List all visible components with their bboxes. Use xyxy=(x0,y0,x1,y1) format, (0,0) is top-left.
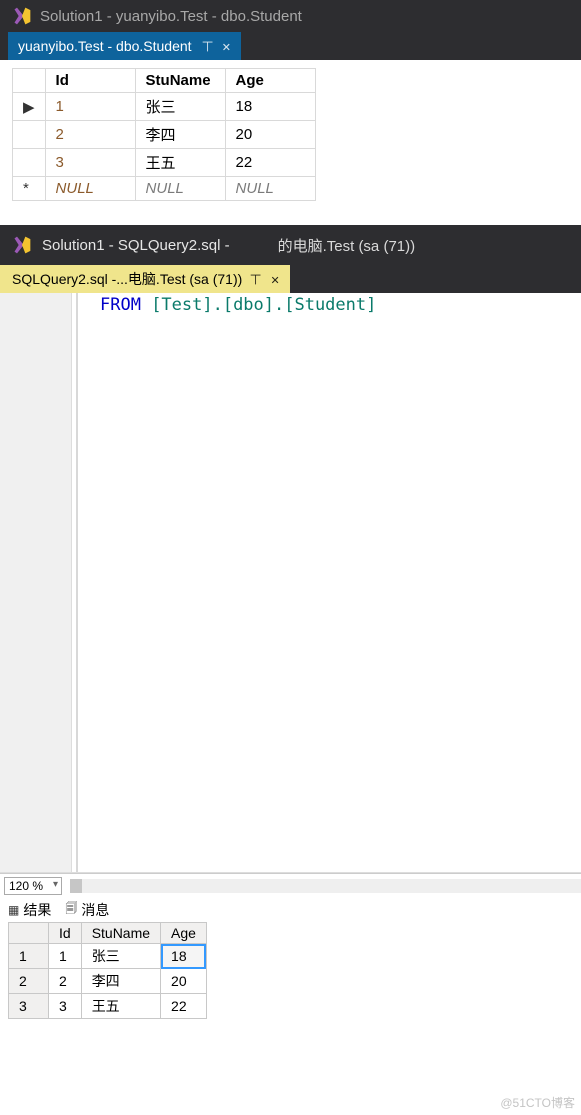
window-title-2: Solution1 - SQLQuery2.sql - xyxy=(42,237,230,254)
col-age[interactable]: Age xyxy=(225,69,315,93)
horizontal-scrollbar[interactable] xyxy=(70,879,581,893)
cell-id[interactable]: 2 xyxy=(45,121,135,149)
vs-title-bar-2: Solution1 - SQLQuery2.sql - 的电脑.Test (sa… xyxy=(0,225,581,265)
editor-outline-rule xyxy=(76,293,78,872)
cell-stuname[interactable]: 张三 xyxy=(81,944,160,969)
cell-id[interactable]: 1 xyxy=(49,944,82,969)
results-corner xyxy=(9,923,49,944)
document-tab-strip-2: SQLQuery2.sql -...电脑.Test (sa (71)) xyxy=(0,265,581,293)
row-marker[interactable] xyxy=(13,149,46,177)
table-row[interactable]: ▶1张三18 xyxy=(13,93,316,121)
cell-stuname[interactable]: 张三 xyxy=(135,93,225,121)
row-number[interactable]: 3 xyxy=(9,994,49,1019)
cell-stuname[interactable]: NULL xyxy=(135,177,225,201)
table-row[interactable]: 33王五22 xyxy=(9,994,207,1019)
tab-dbo-student[interactable]: yuanyibo.Test - dbo.Student xyxy=(8,32,241,60)
row-number[interactable]: 1 xyxy=(9,944,49,969)
results-panel-tabs: ▦ 结果 🗐 消息 xyxy=(0,897,581,922)
row-marker[interactable]: * xyxy=(13,177,46,201)
document-tab-strip-1: yuanyibo.Test - dbo.Student xyxy=(0,32,581,60)
table-row[interactable]: 2李四20 xyxy=(13,121,316,149)
tab-sqlquery2[interactable]: SQLQuery2.sql -...电脑.Test (sa (71)) xyxy=(0,265,290,293)
cell-id[interactable]: 2 xyxy=(49,969,82,994)
tab-label: SQLQuery2.sql -...电脑.Test (sa (71)) xyxy=(12,269,242,289)
cell-age[interactable]: 18 xyxy=(225,93,315,121)
cell-age[interactable]: NULL xyxy=(225,177,315,201)
close-icon[interactable] xyxy=(271,271,280,287)
tab-results[interactable]: ▦ 结果 xyxy=(8,900,51,920)
table-row[interactable]: 11张三18 xyxy=(9,944,207,969)
cell-age[interactable]: 18 xyxy=(161,944,207,969)
vs-title-bar-1: Solution1 - yuanyibo.Test - dbo.Student xyxy=(0,0,581,32)
col-id[interactable]: Id xyxy=(45,69,135,93)
table-row[interactable]: 22李四20 xyxy=(9,969,207,994)
table-row[interactable]: 3王五22 xyxy=(13,149,316,177)
cell-age[interactable]: 20 xyxy=(225,121,315,149)
scrollbar-thumb[interactable] xyxy=(70,879,82,893)
window-title-1: Solution1 - yuanyibo.Test - dbo.Student xyxy=(40,8,302,25)
cell-id[interactable]: NULL xyxy=(45,177,135,201)
watermark: @51CTO博客 xyxy=(500,1094,575,1111)
cell-stuname[interactable]: 李四 xyxy=(81,969,160,994)
pin-icon[interactable] xyxy=(202,38,214,55)
connection-label: 的电脑.Test (sa (71)) xyxy=(278,235,416,256)
cell-age[interactable]: 22 xyxy=(225,149,315,177)
tab-actions xyxy=(202,38,231,55)
table-data-grid[interactable]: Id StuName Age ▶1张三182李四203王五22*NULLNULL… xyxy=(12,68,316,201)
zoom-combo[interactable]: 120 % xyxy=(4,877,62,895)
tab-messages[interactable]: 🗐 消息 xyxy=(65,899,109,920)
cell-id[interactable]: 1 xyxy=(45,93,135,121)
editor-text[interactable]: FROM [Test].[dbo].[Student] xyxy=(100,293,376,317)
editor-gutter xyxy=(0,293,72,872)
messages-icon: 🗐 xyxy=(65,899,77,920)
sql-editor[interactable]: FROM [Test].[dbo].[Student] xyxy=(0,293,581,873)
grid-icon: ▦ xyxy=(8,903,19,917)
results-grid[interactable]: Id StuName Age 11张三1822李四2033王五22 xyxy=(8,922,207,1019)
row-marker[interactable] xyxy=(13,121,46,149)
col-stuname[interactable]: StuName xyxy=(135,69,225,93)
cell-stuname[interactable]: 王五 xyxy=(81,994,160,1019)
results-col-age[interactable]: Age xyxy=(161,923,207,944)
cell-id[interactable]: 3 xyxy=(49,994,82,1019)
row-marker[interactable]: ▶ xyxy=(13,93,46,121)
cell-stuname[interactable]: 王五 xyxy=(135,149,225,177)
pin-icon[interactable] xyxy=(250,271,262,288)
cell-age[interactable]: 22 xyxy=(161,994,207,1019)
row-number[interactable]: 2 xyxy=(9,969,49,994)
results-col-stuname[interactable]: StuName xyxy=(81,923,160,944)
table-row[interactable]: *NULLNULLNULL xyxy=(13,177,316,201)
row-header-corner xyxy=(13,69,46,93)
cell-id[interactable]: 3 xyxy=(45,149,135,177)
cell-age[interactable]: 20 xyxy=(161,969,207,994)
close-icon[interactable] xyxy=(222,38,231,54)
visual-studio-icon xyxy=(12,235,32,255)
editor-status-bar: 120 % xyxy=(0,873,581,897)
tab-label: yuanyibo.Test - dbo.Student xyxy=(18,38,192,54)
visual-studio-icon xyxy=(12,6,32,26)
cell-stuname[interactable]: 李四 xyxy=(135,121,225,149)
results-col-id[interactable]: Id xyxy=(49,923,82,944)
